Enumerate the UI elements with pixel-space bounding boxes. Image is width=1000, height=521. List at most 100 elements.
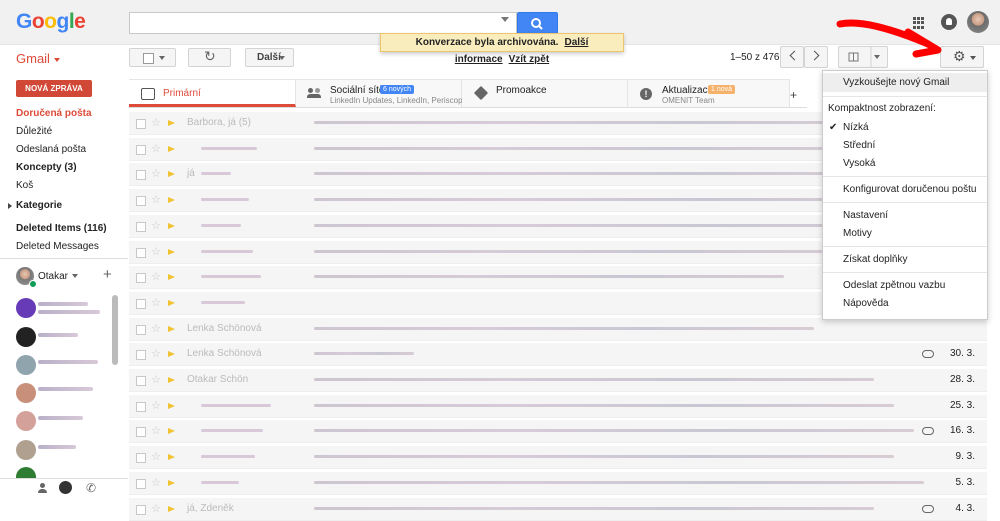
- nav-item-deleted-items[interactable]: Deleted Items (116): [16, 223, 107, 234]
- important-marker-icon[interactable]: [168, 505, 175, 512]
- contact-avatar[interactable]: [16, 411, 36, 431]
- message-row[interactable]: ☆ Otakar Schön 28. 3.: [129, 369, 987, 392]
- message-row[interactable]: ☆ 9. 3.: [129, 446, 987, 470]
- star-icon[interactable]: ☆: [151, 373, 161, 386]
- important-marker-icon[interactable]: [168, 479, 175, 486]
- google-logo[interactable]: Google: [16, 10, 86, 34]
- star-icon[interactable]: ☆: [151, 245, 161, 258]
- message-row[interactable]: ☆ Lenka Schönová: [129, 317, 987, 341]
- row-checkbox[interactable]: [136, 273, 146, 284]
- row-checkbox[interactable]: [136, 170, 146, 181]
- search-input[interactable]: [129, 12, 517, 34]
- select-all-button[interactable]: [129, 48, 176, 67]
- star-icon[interactable]: ☆: [151, 399, 161, 412]
- nav-item-trash[interactable]: Koš: [16, 180, 33, 191]
- person-icon[interactable]: [38, 483, 47, 493]
- star-icon[interactable]: ☆: [151, 322, 161, 335]
- search-options-arrow-icon[interactable]: [501, 17, 509, 22]
- nav-item-sent[interactable]: Odeslaná pošta: [16, 144, 86, 155]
- newer-button[interactable]: [780, 46, 804, 68]
- nav-item-important[interactable]: Důležité: [16, 126, 52, 137]
- account-avatar[interactable]: [967, 11, 989, 33]
- row-checkbox[interactable]: [136, 478, 146, 489]
- tab-updates[interactable]: ! Aktualizace 1 nová OMENIT Team: [628, 79, 790, 107]
- row-checkbox[interactable]: [136, 298, 146, 309]
- star-icon[interactable]: ☆: [151, 270, 161, 283]
- star-icon[interactable]: ☆: [151, 450, 161, 463]
- menu-item-themes[interactable]: Motivy: [843, 228, 872, 239]
- row-checkbox[interactable]: [136, 350, 146, 361]
- menu-item-density-high[interactable]: Vysoká: [843, 158, 875, 169]
- important-marker-icon[interactable]: [168, 428, 175, 435]
- important-marker-icon[interactable]: [168, 171, 175, 178]
- nav-item-inbox[interactable]: Doručená pošta: [16, 108, 92, 119]
- undo-link[interactable]: Vzít zpět: [509, 54, 550, 65]
- contact-avatar[interactable]: [16, 355, 36, 375]
- message-row[interactable]: ☆ já, Zdeněk 4. 3.: [129, 497, 987, 521]
- row-checkbox[interactable]: [136, 119, 146, 129]
- phone-icon[interactable]: ✆: [86, 481, 96, 495]
- important-marker-icon[interactable]: [168, 274, 175, 281]
- star-icon[interactable]: ☆: [151, 502, 161, 515]
- row-checkbox[interactable]: [136, 221, 146, 232]
- important-marker-icon[interactable]: [168, 299, 175, 306]
- message-row[interactable]: ☆ 5. 3.: [129, 471, 987, 495]
- tab-social[interactable]: Sociální sítě 6 nových LinkedIn Updates,…: [296, 79, 469, 107]
- important-marker-icon[interactable]: [168, 377, 175, 383]
- star-icon[interactable]: ☆: [151, 424, 161, 437]
- older-button[interactable]: [804, 46, 828, 68]
- important-marker-icon[interactable]: [168, 351, 175, 358]
- tab-promotions[interactable]: Promoakce: [462, 79, 628, 107]
- contact-avatar[interactable]: [16, 327, 36, 347]
- row-checkbox[interactable]: [136, 427, 146, 438]
- important-marker-icon[interactable]: [168, 402, 175, 409]
- menu-item-density-low[interactable]: Nízká: [843, 122, 869, 133]
- row-checkbox[interactable]: [136, 324, 146, 335]
- expand-arrow-icon[interactable]: [8, 203, 12, 209]
- row-checkbox[interactable]: [136, 504, 146, 515]
- row-checkbox[interactable]: [136, 247, 146, 258]
- star-icon[interactable]: ☆: [151, 296, 161, 309]
- menu-item-get-addons[interactable]: Získat doplňky: [843, 254, 907, 265]
- nav-item-drafts[interactable]: Koncepty (3): [16, 162, 77, 173]
- message-row[interactable]: ☆ 25. 3.: [129, 394, 987, 418]
- refresh-button[interactable]: ↻: [188, 48, 231, 67]
- add-tab-icon[interactable]: +: [790, 88, 797, 102]
- contact-avatar[interactable]: [16, 298, 36, 318]
- hangouts-chat-icon[interactable]: [59, 481, 72, 494]
- star-icon[interactable]: ☆: [151, 142, 161, 155]
- star-icon[interactable]: ☆: [151, 347, 161, 360]
- important-marker-icon[interactable]: [168, 145, 175, 152]
- important-marker-icon[interactable]: [168, 197, 175, 204]
- row-checkbox[interactable]: [136, 376, 146, 386]
- star-icon[interactable]: ☆: [151, 476, 161, 489]
- row-checkbox[interactable]: [136, 144, 146, 155]
- nav-item-categories[interactable]: Kategorie: [16, 200, 62, 211]
- important-marker-icon[interactable]: [168, 325, 175, 332]
- sidebar-scrollbar[interactable]: [112, 295, 118, 365]
- star-icon[interactable]: ☆: [151, 219, 161, 232]
- important-marker-icon[interactable]: [168, 248, 175, 255]
- menu-item-send-feedback[interactable]: Odeslat zpětnou vazbu: [843, 280, 945, 291]
- nav-item-deleted-messages[interactable]: Deleted Messages: [16, 241, 99, 252]
- star-icon[interactable]: ☆: [151, 193, 161, 206]
- menu-item-density-medium[interactable]: Střední: [843, 140, 875, 151]
- row-checkbox[interactable]: [136, 453, 146, 464]
- menu-item-configure-inbox[interactable]: Konfigurovat doručenou poštu: [843, 184, 976, 195]
- important-marker-icon[interactable]: [168, 454, 175, 461]
- important-marker-icon[interactable]: [168, 120, 175, 126]
- gmail-app-switcher[interactable]: Gmail: [16, 51, 60, 66]
- contact-avatar[interactable]: [16, 383, 36, 403]
- more-button[interactable]: Další: [245, 48, 294, 67]
- contact-avatar[interactable]: [16, 440, 36, 460]
- menu-item-settings[interactable]: Nastavení: [843, 210, 888, 221]
- compose-button[interactable]: NOVÁ ZPRÁVA: [16, 80, 92, 97]
- menu-item-try-new-gmail[interactable]: Vyzkoušejte nový Gmail: [843, 77, 949, 88]
- add-contact-icon[interactable]: +: [103, 266, 112, 283]
- row-checkbox[interactable]: [136, 196, 146, 207]
- hangouts-user-menu[interactable]: Otakar: [38, 271, 78, 282]
- message-row[interactable]: ☆ Lenka Schönová 30. 3.: [129, 343, 987, 367]
- star-icon[interactable]: ☆: [151, 167, 161, 180]
- message-row[interactable]: ☆ 16. 3.: [129, 420, 987, 444]
- star-icon[interactable]: ☆: [151, 116, 161, 129]
